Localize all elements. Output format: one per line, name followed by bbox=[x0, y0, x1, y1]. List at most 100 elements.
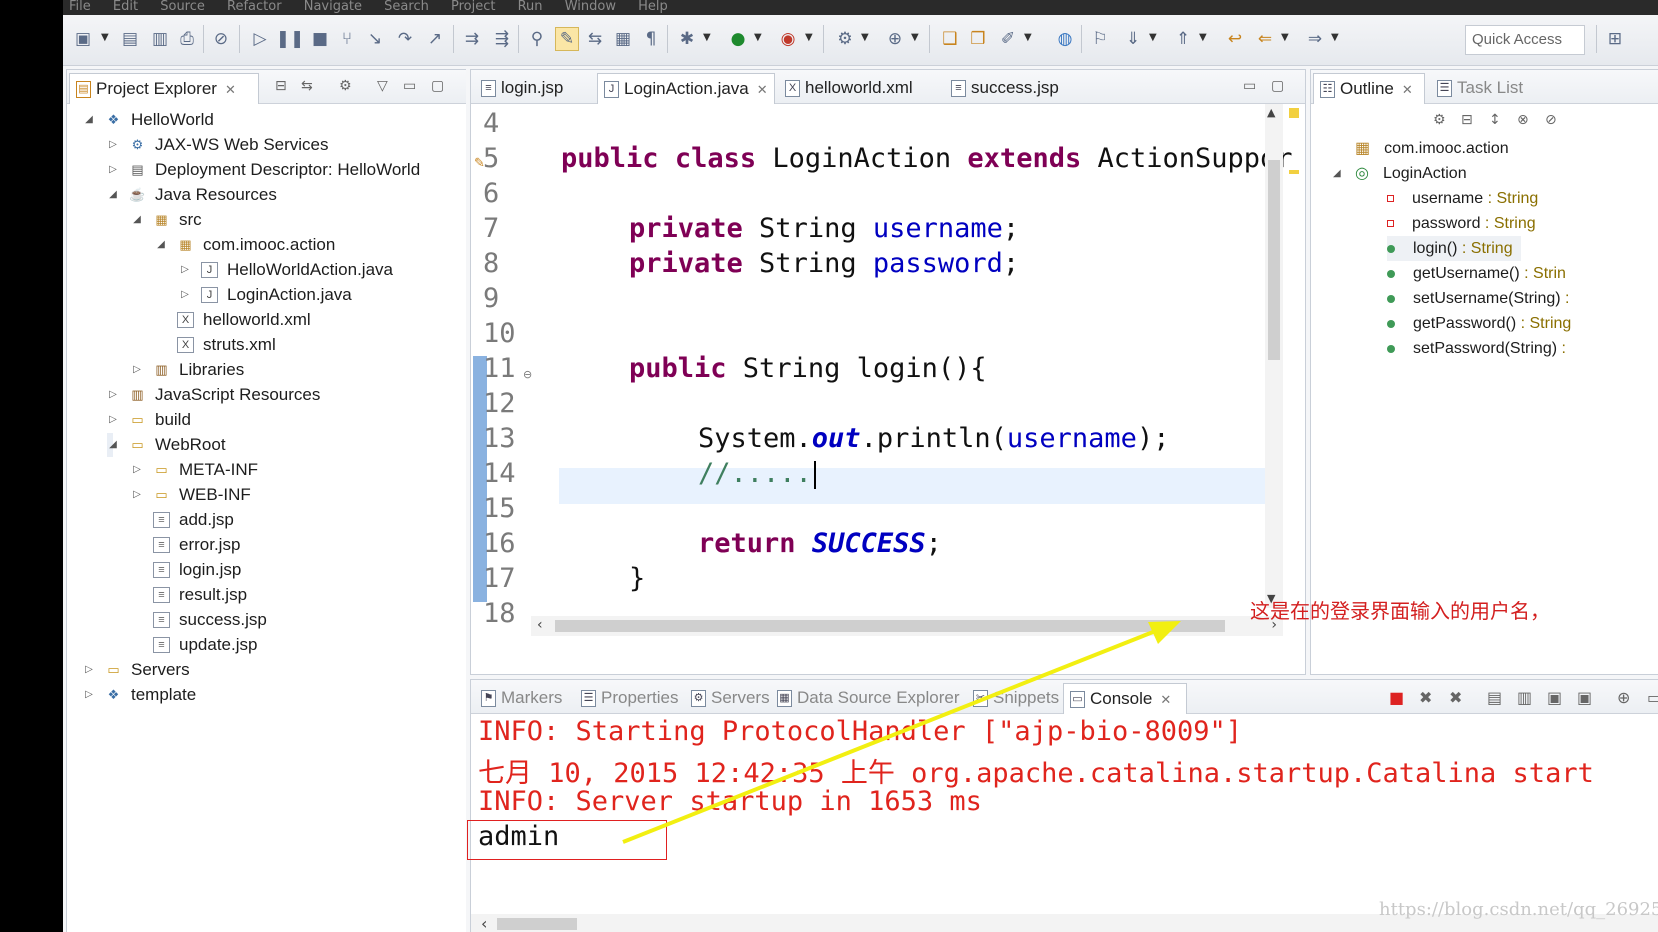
external-tool-dropdown-icon[interactable]: ▼ bbox=[805, 32, 813, 43]
step-return-icon[interactable]: ↗ bbox=[423, 27, 447, 51]
scroll-thumb[interactable] bbox=[497, 918, 577, 930]
tab-properties[interactable]: ☰ Properties bbox=[575, 683, 691, 714]
tab-console[interactable]: ▭ Console ✕ bbox=[1063, 683, 1187, 714]
next-annotation-dropdown-icon[interactable]: ▼ bbox=[1149, 32, 1157, 43]
tab-loginaction-java[interactable]: J LoginAction.java ✕ bbox=[597, 73, 775, 104]
close-icon[interactable]: ✕ bbox=[1160, 692, 1171, 707]
collapse-all-icon[interactable]: ⊟ bbox=[1461, 112, 1473, 128]
outline-item[interactable]: username : String bbox=[1387, 186, 1538, 211]
collapsed-arrow-icon[interactable]: ▷ bbox=[131, 458, 143, 482]
skip-breakpoints-icon[interactable]: ⊘ bbox=[209, 27, 233, 51]
terminate-icon[interactable]: ■ bbox=[1389, 688, 1404, 707]
scroll-up-icon[interactable]: ▲ bbox=[1267, 106, 1275, 119]
outline-item[interactable]: getPassword() : String bbox=[1387, 311, 1571, 336]
scroll-left-icon[interactable]: ‹ bbox=[481, 914, 487, 932]
new-dropdown-icon[interactable]: ▼ bbox=[101, 32, 109, 43]
menu-search[interactable]: Search bbox=[384, 0, 429, 14]
last-edit-location-icon[interactable]: ↩ bbox=[1223, 27, 1247, 51]
quick-access-input[interactable]: Quick Access bbox=[1465, 25, 1585, 55]
collapsed-arrow-icon[interactable]: ▷ bbox=[83, 683, 95, 707]
maximize-icon[interactable]: ▢ bbox=[431, 78, 444, 94]
outline-item[interactable]: ▦ com.imooc.action bbox=[1355, 136, 1509, 161]
collapsed-arrow-icon[interactable]: ▷ bbox=[107, 158, 119, 182]
collapsed-arrow-icon[interactable]: ▷ bbox=[179, 283, 191, 307]
suspend-icon[interactable]: ❚❚ bbox=[276, 27, 305, 51]
debug-icon[interactable]: ✱ bbox=[675, 27, 699, 51]
collapsed-arrow-icon[interactable]: ▷ bbox=[179, 258, 191, 282]
hide-static-icon[interactable]: ⊗ bbox=[1517, 112, 1529, 128]
previous-annotation-icon[interactable]: ⇑ bbox=[1171, 27, 1195, 51]
run-external-tool-icon[interactable]: ◉ bbox=[776, 27, 800, 51]
collapsed-arrow-icon[interactable]: ▷ bbox=[107, 408, 119, 432]
clear-console-icon[interactable]: ▤ bbox=[1487, 688, 1502, 707]
code-editor[interactable]: ✎ ⊖ 4 5 6 7 8 9 10 11 12 13 14 15 16 17 … bbox=[471, 104, 1305, 674]
step-into-icon[interactable]: ↘ bbox=[363, 27, 387, 51]
tab-success-jsp[interactable]: ≡ success.jsp bbox=[945, 73, 1085, 104]
view-filter-icon[interactable]: ⚙ bbox=[339, 78, 352, 94]
tab-helloworld-xml[interactable]: Xhelloworld.xml bbox=[779, 73, 939, 104]
minimize-icon[interactable]: ▭ bbox=[403, 78, 416, 94]
sort-icon[interactable]: ↕ bbox=[1489, 112, 1501, 128]
new-server-dropdown-icon[interactable]: ▼ bbox=[861, 32, 869, 43]
collapse-all-icon[interactable]: ⊟ bbox=[275, 78, 287, 94]
new-server-icon[interactable]: ⚙ bbox=[833, 27, 857, 51]
tab-data-source-explorer[interactable]: ▦ Data Source Explorer bbox=[771, 683, 969, 714]
task-dropdown-icon[interactable]: ▼ bbox=[1024, 32, 1032, 43]
pin-console-icon[interactable]: ⊕ bbox=[1617, 688, 1630, 707]
menu-window[interactable]: Window bbox=[565, 0, 616, 14]
scroll-left-icon[interactable]: ‹ bbox=[537, 617, 543, 633]
globe-icon[interactable]: ◍ bbox=[1053, 27, 1077, 51]
close-icon[interactable]: ✕ bbox=[757, 82, 768, 97]
tab-task-list[interactable]: ☰ Task List bbox=[1431, 73, 1551, 104]
tab-snippets[interactable]: ✂ Snippets bbox=[967, 683, 1065, 714]
disconnect-icon[interactable]: ⑂ bbox=[335, 27, 359, 51]
collapsed-arrow-icon[interactable]: ▷ bbox=[131, 358, 143, 382]
menu-edit[interactable]: Edit bbox=[113, 0, 138, 14]
menu-refactor[interactable]: Refactor bbox=[227, 0, 282, 14]
debug-dropdown-icon[interactable]: ▼ bbox=[703, 32, 711, 43]
new-icon[interactable]: ▣ bbox=[71, 27, 95, 51]
menu-help[interactable]: Help bbox=[638, 0, 668, 14]
menu-source[interactable]: Source bbox=[160, 0, 205, 14]
menu-navigate[interactable]: Navigate bbox=[304, 0, 362, 14]
show-on-stdout-icon[interactable]: ▣ bbox=[1547, 688, 1562, 707]
tab-markers[interactable]: ⚑ Markers bbox=[475, 683, 573, 714]
vertical-scrollbar[interactable]: ▲ ▼ bbox=[1265, 104, 1283, 608]
step-over-icon[interactable]: ↷ bbox=[393, 27, 417, 51]
save-all-icon[interactable]: ▥ bbox=[148, 27, 172, 51]
next-annotation-icon[interactable]: ⇓ bbox=[1121, 27, 1145, 51]
new-class-dropdown-icon[interactable]: ▼ bbox=[911, 32, 919, 43]
tab-login-jsp[interactable]: ≡ login.jsp bbox=[475, 73, 595, 104]
expanded-arrow-icon[interactable]: ◢ bbox=[1333, 161, 1341, 186]
show-on-stderr-icon[interactable]: ▣ bbox=[1577, 688, 1592, 707]
hide-non-public-icon[interactable]: ⊘ bbox=[1545, 112, 1557, 128]
tab-servers[interactable]: ⚙ Servers bbox=[685, 683, 777, 714]
menu-project[interactable]: Project bbox=[451, 0, 495, 14]
outline-item[interactable]: setUsername(String) : bbox=[1387, 286, 1570, 311]
block-selection-icon[interactable]: ⇆ bbox=[583, 27, 607, 51]
collapsed-arrow-icon[interactable]: ▷ bbox=[107, 383, 119, 407]
display-console-icon[interactable]: ▭ bbox=[1647, 688, 1658, 707]
forward-icon[interactable]: ⇒ bbox=[1303, 27, 1327, 51]
expanded-arrow-icon[interactable]: ◢ bbox=[107, 183, 119, 207]
outline-item[interactable]: ◢ ◎ LoginAction bbox=[1333, 161, 1467, 186]
hide-fields-icon[interactable]: ⚙ bbox=[1433, 112, 1446, 128]
expanded-arrow-icon[interactable]: ◢ bbox=[83, 108, 95, 132]
terminate-icon[interactable]: ■ bbox=[308, 27, 332, 51]
resume-icon[interactable]: ▷ bbox=[248, 27, 272, 51]
tab-outline[interactable]: ☷ Outline ✕ bbox=[1313, 73, 1425, 104]
link-with-editor-icon[interactable]: ⇆ bbox=[301, 78, 313, 94]
collapsed-arrow-icon[interactable]: ▷ bbox=[131, 483, 143, 507]
outline-item[interactable]: setPassword(String) : bbox=[1387, 336, 1566, 361]
collapsed-arrow-icon[interactable]: ▷ bbox=[107, 133, 119, 157]
collapsed-arrow-icon[interactable]: ▷ bbox=[83, 658, 95, 682]
use-step-filters-icon[interactable]: ⇶ bbox=[490, 27, 514, 51]
expanded-arrow-icon[interactable]: ◢ bbox=[155, 233, 167, 257]
horizontal-scrollbar[interactable]: ‹ › bbox=[531, 616, 1283, 636]
view-menu-icon[interactable]: ▽ bbox=[377, 78, 388, 94]
remove-launch-icon[interactable]: ✖ bbox=[1419, 688, 1432, 707]
new-java-class-icon[interactable]: ⊕ bbox=[883, 27, 907, 51]
back-dropdown-icon[interactable]: ▼ bbox=[1281, 32, 1289, 43]
run-icon[interactable]: ● bbox=[726, 27, 750, 51]
close-icon[interactable]: ✕ bbox=[225, 82, 236, 97]
